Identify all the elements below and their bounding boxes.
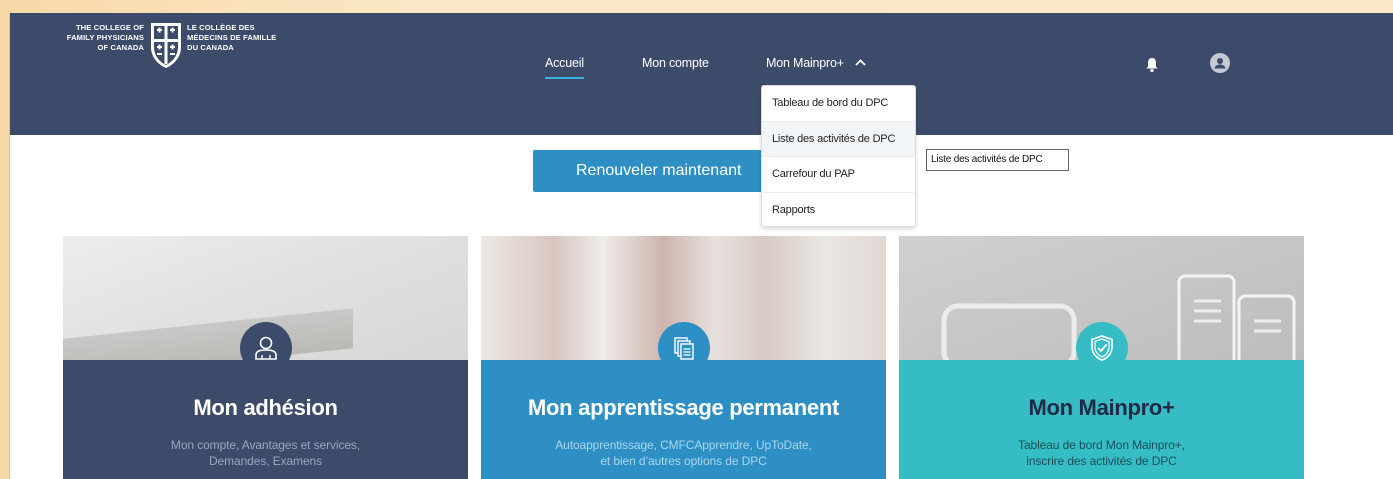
renew-button-label: Renouveler maintenant [576, 162, 742, 179]
logo-line: THE COLLEGE OF [75, 23, 144, 32]
menu-item-label: Rapports [772, 203, 816, 216]
menu-item-cpd-dashboard[interactable]: Tableau de bord du DPC [762, 86, 915, 122]
menu-item-label: Tableau de bord du DPC [772, 97, 889, 109]
nav-item-accueil[interactable]: Accueil [545, 56, 584, 79]
logo-french-name: LE COLLÈGE DES MÉDECINS DE FAMILLE DU CA… [187, 23, 307, 53]
user-avatar-icon[interactable] [1210, 53, 1230, 73]
logo-line: OF CANADA [97, 43, 144, 52]
logo-english-name: THE COLLEGE OF FAMILY PHYSICIANS OF CANA… [52, 23, 144, 53]
card-desc-line: inscrire des activités de DPC [1026, 454, 1177, 468]
browser-viewport: THE COLLEGE OF FAMILY PHYSICIANS OF CANA… [9, 13, 1393, 479]
card-title: Mon Mainpro+ [1028, 395, 1175, 420]
nav-item-mon-compte[interactable]: Mon compte [642, 56, 709, 70]
card-desc-line: Mon compte, Avantages et services, [170, 438, 361, 452]
nav-item-label: Accueil [545, 56, 584, 70]
card-desc-line: Demandes, Examens [208, 454, 323, 468]
menu-item-label: Liste des activités de DPC [772, 132, 896, 145]
shield-check-icon [1075, 322, 1128, 374]
card-title: Mon adhésion [193, 395, 338, 420]
tooltip-text: Liste des activités de DPC [931, 154, 1043, 165]
cfpc-logo[interactable]: THE COLLEGE OF FAMILY PHYSICIANS OF CANA… [52, 21, 322, 71]
shield-checkmark-icon [1090, 335, 1113, 361]
card-body: Mon apprentissage permanent Autoapprenti… [481, 360, 886, 479]
card-description: Mon compte, Avantages et services, Deman… [63, 437, 468, 469]
documents-icon [657, 322, 710, 374]
top-navigation-bar: THE COLLEGE OF FAMILY PHYSICIANS OF CANA… [10, 13, 1393, 135]
renew-now-button[interactable]: Renouveler maintenant [533, 150, 763, 192]
card-title: Mon apprentissage permanent [528, 395, 839, 420]
chevron-up-icon [855, 59, 866, 66]
card-description: Tableau de bord Mon Mainpro+, inscrire d… [899, 437, 1304, 469]
card-desc-line: Autoapprentissage, CMFCApprendre, UpToDa… [555, 438, 812, 452]
hover-tooltip: Liste des activités de DPC [926, 149, 1069, 171]
menu-item-cpd-activity-list[interactable]: Liste des activités de DPC [762, 121, 915, 157]
nav-item-mon-mainpro[interactable]: Mon Mainpro+ [766, 56, 866, 70]
card-desc-line: et bien d’autres options de DPC [600, 454, 767, 468]
card-lifelong-learning[interactable]: Mon apprentissage permanent Autoapprenti… [481, 236, 886, 479]
card-description: Autoapprentissage, CMFCApprendre, UpToDa… [481, 437, 886, 469]
user-silhouette-icon [1214, 58, 1226, 69]
mainpro-dropdown-menu: Tableau de bord du DPC Liste des activit… [761, 85, 916, 227]
user-icon [239, 322, 292, 374]
logo-line: DU CANADA [187, 43, 234, 52]
card-membership[interactable]: Mon adhésion Mon compte, Avantages et se… [63, 236, 468, 479]
menu-item-pap-hub[interactable]: Carrefour du PAP [762, 157, 915, 193]
card-desc-line: Tableau de bord Mon Mainpro+, [1018, 438, 1185, 452]
menu-item-label: Carrefour du PAP [772, 168, 855, 180]
menu-item-reports[interactable]: Rapports [762, 193, 915, 229]
logo-line: FAMILY PHYSICIANS [66, 33, 144, 42]
bell-icon[interactable] [1145, 57, 1159, 73]
logo-line: LE COLLÈGE DES [187, 23, 255, 32]
card-body: Mon Mainpro+ Tableau de bord Mon Mainpro… [899, 360, 1304, 479]
coat-of-arms-icon [151, 23, 181, 68]
nav-item-label: Mon compte [642, 56, 709, 70]
user-outline-icon [254, 336, 277, 360]
logo-line: MÉDECINS DE FAMILLE [187, 33, 277, 42]
card-body: Mon adhésion Mon compte, Avantages et se… [63, 360, 468, 479]
stacked-documents-icon [673, 337, 694, 360]
nav-item-label: Mon Mainpro+ [766, 56, 844, 70]
card-mainpro[interactable]: Mon Mainpro+ Tableau de bord Mon Mainpro… [899, 236, 1304, 479]
